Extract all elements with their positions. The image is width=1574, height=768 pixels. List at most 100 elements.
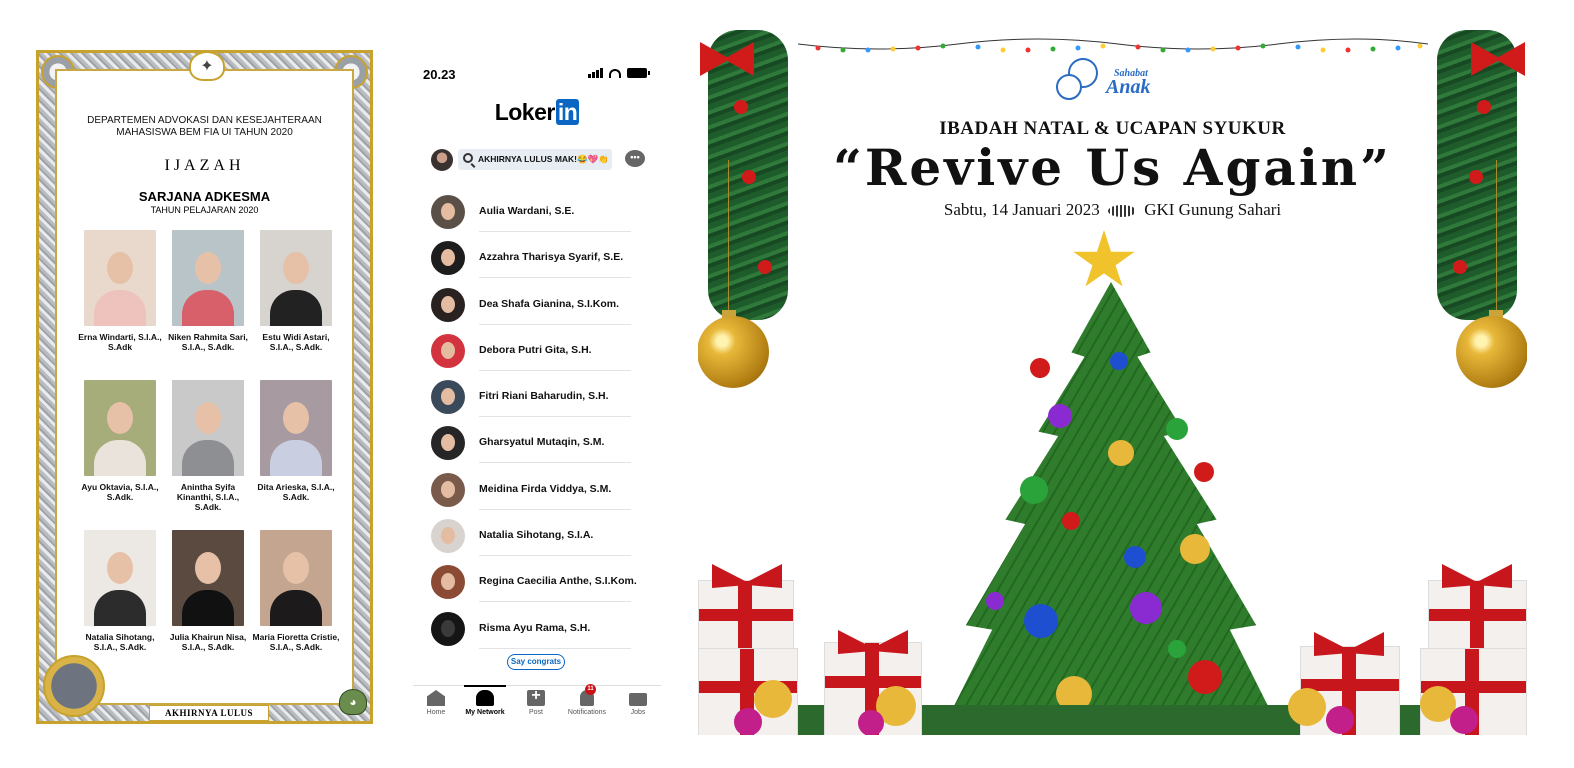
- ornament-icon: [1030, 358, 1050, 378]
- avatar: [431, 565, 465, 600]
- ornament-icon: [986, 592, 1004, 610]
- list-item[interactable]: Fitri Riani Baharudin, S.H.: [431, 378, 645, 424]
- avatar: [431, 519, 465, 554]
- ornament-icon: [1108, 440, 1134, 466]
- graduate-photo: [260, 530, 332, 626]
- certificate-banner: AKHIRNYA LULUS: [149, 705, 269, 721]
- certificate-year: TAHUN PELAJARAN 2020: [150, 205, 259, 215]
- profile-avatar[interactable]: [431, 149, 453, 171]
- gift-bow-icon: [712, 564, 782, 588]
- ornament-icon: [1020, 476, 1048, 504]
- ornament-icon: [1130, 592, 1162, 624]
- ornament-icon: [1110, 352, 1128, 370]
- ornament-icon: [1188, 660, 1222, 694]
- ornament-icon: [1166, 418, 1188, 440]
- christmas-tree: [946, 282, 1276, 722]
- gold-bauble-icon: [1456, 316, 1527, 388]
- ornament-icon: [1048, 404, 1072, 428]
- ornament-icon: [1168, 640, 1186, 658]
- list-item[interactable]: Gharsyatul Mutaqin, S.M.: [431, 424, 645, 470]
- briefcase-icon: [629, 693, 647, 706]
- list-item[interactable]: Debora Putri Gita, S.H.: [431, 332, 645, 378]
- ornament-icon: [754, 680, 792, 718]
- graduate-photo: [84, 230, 156, 326]
- ornament-icon: [1124, 546, 1146, 568]
- bottom-tab-bar: Home My Network Post Notifications 11 Jo…: [411, 684, 663, 723]
- notification-badge: 11: [585, 684, 596, 695]
- avatar: [431, 241, 465, 276]
- graduate-card: Julia Khairun Nisa, S.I.A., S.Adk.: [163, 530, 253, 652]
- event-details: Sabtu, 14 Januari 2023 GKI Gunung Sahari: [698, 200, 1527, 220]
- list-item[interactable]: Regina Caecilia Anthe, S.I.Kom.: [431, 563, 645, 609]
- tab-jobs[interactable]: Jobs: [613, 690, 663, 716]
- graduate-card: Niken Rahmita Sari, S.I.A., S.Adk.: [163, 230, 253, 352]
- status-icons: [588, 68, 650, 78]
- gift-bow-icon: [1314, 632, 1384, 656]
- search-input[interactable]: AKHIRNYA LULUS MAK!😂💖👏: [458, 149, 612, 170]
- ornament-icon: [1450, 706, 1478, 734]
- gold-bauble-icon: [698, 316, 769, 388]
- graduate-photo: [260, 230, 332, 326]
- graduate-photo: [84, 530, 156, 626]
- tree-star-icon: [1073, 230, 1135, 287]
- ornament-icon: [1326, 706, 1354, 734]
- list-item[interactable]: Aulia Wardani, S.E.: [431, 193, 645, 239]
- graduate-card: Maria Fioretta Cristie, S.I.A., S.Adk.: [251, 530, 341, 652]
- graduate-card: Dita Arieska, S.I.A., S.Adk.: [251, 380, 341, 502]
- divider-ornament-icon: [1107, 205, 1136, 218]
- list-item[interactable]: Meidina Firda Viddya, S.M.: [431, 471, 645, 517]
- avatar: [431, 333, 465, 368]
- graduate-photo: [172, 380, 244, 476]
- gift-bow-icon: [1442, 564, 1512, 588]
- graduation-certificate: DEPARTEMEN ADVOKASI DAN KESEJAHTERAAN MA…: [36, 50, 373, 724]
- tab-my-network[interactable]: My Network: [460, 685, 510, 716]
- messaging-icon[interactable]: •••: [625, 150, 645, 167]
- avatar: [431, 195, 465, 229]
- avatar: [431, 472, 465, 507]
- list-item[interactable]: Dea Shafa Gianina, S.I.Kom.: [431, 286, 645, 332]
- phone-screen: 20.23 Loker in AKHIRNYA LULUS MAK!😂💖👏 •••…: [413, 55, 661, 725]
- list-item[interactable]: Natalia Sihotang, S.I.A.: [431, 517, 645, 563]
- event-title: “Revive Us Again”: [833, 138, 1392, 197]
- search-icon: [463, 153, 473, 163]
- garuda-emblem-icon: ✦: [189, 51, 225, 81]
- ornament-icon: [1453, 260, 1467, 274]
- graduate-card: Erna Windarti, S.I.A., S.Adk: [75, 230, 165, 352]
- group-photo-seal: [43, 655, 105, 717]
- graduate-card: Estu Widi Astari, S.I.A., S.Adk.: [251, 230, 341, 352]
- avatar: [431, 426, 465, 461]
- graduate-card: Natalia Sihotang, S.I.A., S.Adk.: [75, 530, 165, 652]
- ornament-icon: [734, 708, 762, 735]
- graduate-photo: [84, 380, 156, 476]
- ornament-icon: [1477, 100, 1491, 114]
- graduate-photo: [172, 230, 244, 326]
- graduate-photo: [172, 530, 244, 626]
- certificate-heading: IJAZAH: [164, 157, 245, 174]
- graduate-card: Ayu Oktavia, S.I.A., S.Adk.: [75, 380, 165, 502]
- home-icon: [427, 690, 445, 706]
- list-item[interactable]: Azzahra Tharisya Syarif, S.E.: [431, 239, 645, 285]
- ornament-icon: [858, 710, 884, 735]
- logo-badge: in: [555, 99, 580, 125]
- ornament-icon: [1062, 512, 1080, 530]
- avatar: [431, 287, 465, 322]
- graduate-photo: [260, 380, 332, 476]
- sahabat-anak-logo: Sahabat Anak: [1056, 54, 1172, 102]
- list-item[interactable]: Risma Ayu Rama, S.H.: [431, 610, 645, 656]
- top-bar: AKHIRNYA LULUS MAK!😂💖👏 •••: [431, 147, 645, 171]
- signal-icon: [588, 68, 603, 78]
- certificate-degree: SARJANA ADKESMA: [138, 189, 271, 204]
- event-heading: IBADAH NATAL & UCAPAN SYUKUR: [939, 118, 1286, 139]
- ornament-icon: [1024, 604, 1058, 638]
- tab-post[interactable]: Post: [511, 687, 561, 716]
- avatar: [431, 611, 465, 646]
- ornament-icon: [1194, 462, 1214, 482]
- say-congrats-button[interactable]: Say congrats: [507, 654, 565, 670]
- app-logo: Loker in: [494, 99, 580, 125]
- tab-home[interactable]: Home: [411, 690, 461, 716]
- ornament-icon: [1288, 688, 1326, 726]
- graduate-card: Anintha Syifa Kinanthi, S.I.A., S.Adk.: [163, 380, 253, 512]
- avatar: [431, 380, 465, 415]
- event-date: Sabtu, 14 Januari 2023: [943, 200, 1100, 219]
- christmas-banner: Sahabat Anak IBADAH NATAL & UCAPAN SYUKU…: [698, 30, 1527, 735]
